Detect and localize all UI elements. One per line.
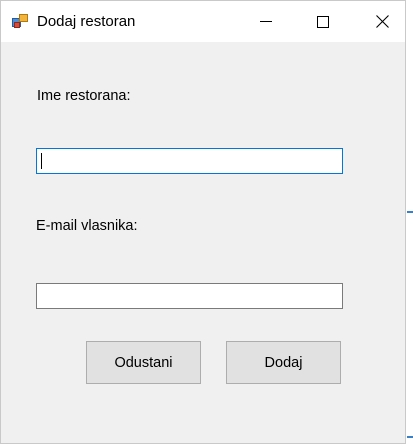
minimize-button[interactable] bbox=[237, 1, 295, 42]
add-button[interactable]: Dodaj bbox=[226, 341, 341, 384]
close-button[interactable] bbox=[353, 1, 411, 42]
maximize-icon bbox=[317, 15, 329, 28]
text-caret bbox=[41, 153, 42, 169]
owner-email-label: E-mail vlasnika: bbox=[36, 218, 138, 234]
background-edge-mark bbox=[407, 211, 413, 213]
title-bar[interactable]: Dodaj restoran bbox=[1, 1, 405, 42]
background-edge-mark bbox=[407, 436, 413, 438]
dialog-window: Dodaj restoran Ime restorana: E-mail vla… bbox=[0, 0, 406, 444]
cancel-button[interactable]: Odustani bbox=[86, 341, 201, 384]
maximize-button[interactable] bbox=[294, 1, 352, 42]
app-icon bbox=[12, 13, 29, 29]
minimize-icon bbox=[260, 20, 272, 23]
owner-email-input[interactable] bbox=[36, 283, 343, 309]
restaurant-name-label: Ime restorana: bbox=[37, 88, 131, 104]
close-icon bbox=[375, 15, 389, 28]
restaurant-name-input[interactable] bbox=[36, 148, 343, 174]
window-title: Dodaj restoran bbox=[37, 13, 136, 30]
